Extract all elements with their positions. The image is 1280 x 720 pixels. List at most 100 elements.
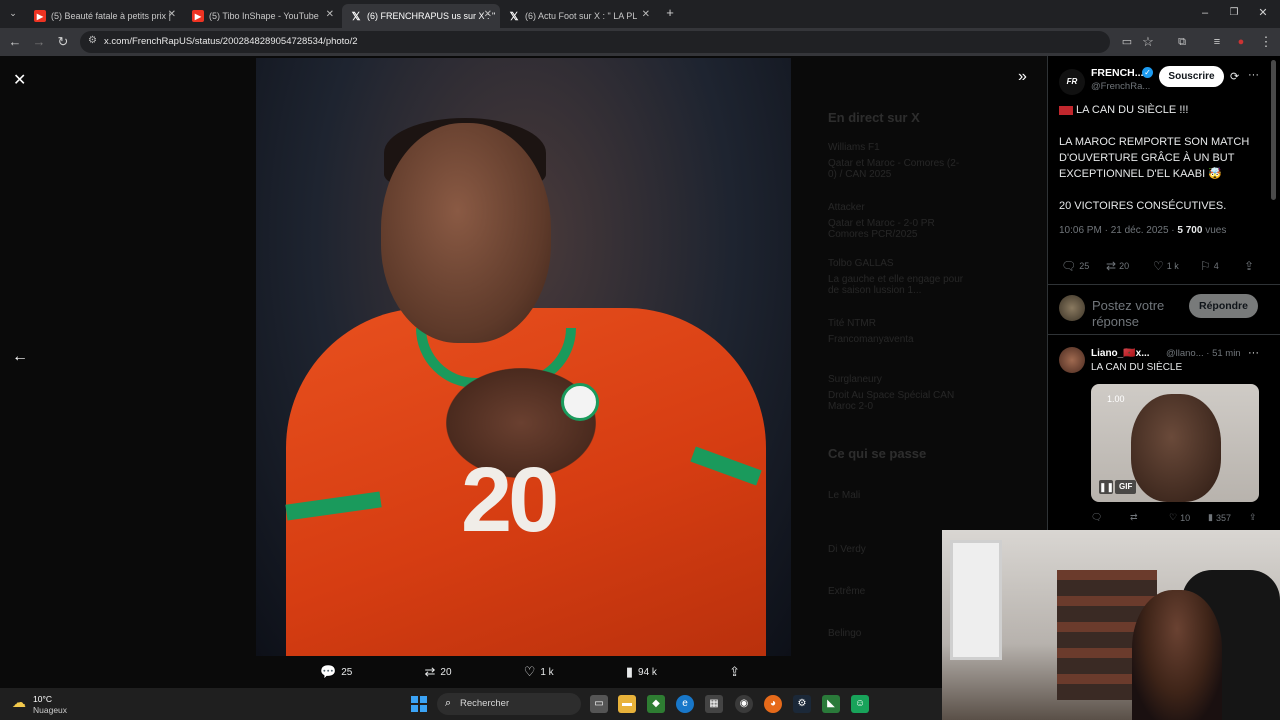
repost-count: 20 [1119, 261, 1130, 271]
extensions-icon[interactable]: ⧉ [1173, 33, 1191, 51]
reply-repost-stat[interactable]: ⇄ [1130, 512, 1138, 523]
my-avatar[interactable] [1059, 295, 1085, 321]
menu-icon[interactable]: ⋮ [1257, 33, 1275, 51]
tab-2[interactable]: ▶ (5) Tibo InShape - YouTube ✕ [184, 4, 342, 28]
trending-header: Ce qui se passe [828, 446, 927, 461]
x-icon: 𝕏 [351, 10, 361, 23]
xbox-icon[interactable]: ◆ [647, 695, 665, 713]
close-window-icon[interactable]: ✕ [1254, 4, 1272, 22]
game-launcher-icon[interactable]: ◣ [822, 695, 840, 713]
bookmark-icon: ⚐ [1200, 259, 1211, 273]
task-view-icon[interactable]: ▭ [590, 695, 608, 713]
discord-icon[interactable]: ☺ [851, 695, 869, 713]
previous-photo-icon[interactable]: ← [12, 348, 28, 366]
reply-like-stat[interactable]: ♡ 10 [1169, 512, 1190, 523]
tweet-line-1: LA CAN DU SIÈCLE !!! [1059, 102, 1269, 118]
profile-icon[interactable]: ● [1232, 33, 1250, 51]
reading-list-icon[interactable]: ≡ [1208, 33, 1226, 51]
taskbar: ☁ 10°C Nuageux ⌕ Rechercher ▭ ▬ ◆ e ▦ ◉ … [0, 688, 942, 720]
close-viewer-icon[interactable]: ✕ [13, 70, 26, 90]
reply-views-stat[interactable]: ▮ 357 [1208, 512, 1231, 523]
minimize-icon[interactable]: – [1196, 4, 1214, 22]
tweet-like-stat[interactable]: ♡ 1 k [1153, 259, 1179, 273]
reply-meta: @llano... · 51 min [1166, 348, 1241, 359]
reload-icon[interactable]: ↻ [54, 33, 72, 51]
more-options-icon[interactable]: ··· [1248, 69, 1259, 81]
back-icon[interactable]: ← [6, 33, 24, 51]
analytics-icon: ▮ [625, 664, 634, 679]
comment-icon: 💬 [320, 664, 337, 679]
subscribe-button[interactable]: Souscrire [1159, 66, 1224, 87]
tweet-share-stat[interactable]: ⇪ [1244, 259, 1254, 273]
weather-cloud-icon[interactable]: ☁ [12, 694, 26, 711]
reply-button[interactable]: Répondre [1189, 294, 1258, 318]
reply-share-stat[interactable]: ⇪ [1249, 512, 1257, 523]
taskbar-search[interactable]: ⌕ Rechercher [437, 693, 581, 715]
tweet-repost-stat[interactable]: ⇄ 20 [1106, 259, 1129, 273]
file-explorer-icon[interactable]: ▬ [618, 695, 636, 713]
tab-1[interactable]: ▶ (5) Beauté fatale à petits prix | ✕ [26, 4, 184, 28]
cast-icon[interactable]: ▭ [1118, 33, 1136, 51]
views-action[interactable]: ▮ 94 k [626, 664, 657, 680]
reply-comment-stat[interactable]: 🗨 [1091, 512, 1102, 523]
share-action[interactable]: ⇪ [729, 664, 740, 680]
youtube-icon: ▶ [34, 10, 46, 22]
reply-author-avatar[interactable] [1059, 347, 1085, 373]
view-count: 357 [1215, 512, 1231, 523]
site-info-icon[interactable]: ⚙ [88, 35, 97, 46]
tweet-time[interactable]: 10:06 PM · 21 déc. 2025 · [1059, 225, 1177, 236]
like-action[interactable]: ♡ 1 k [524, 664, 554, 680]
weather-temp[interactable]: 10°C [33, 694, 52, 704]
author-name[interactable]: FRENCH... [1091, 67, 1144, 79]
panel-scrollbar[interactable] [1271, 60, 1276, 200]
close-tab-icon[interactable]: ✕ [326, 9, 334, 20]
edge-icon[interactable]: e [676, 695, 694, 713]
weather-desc[interactable]: Nuageux [33, 705, 67, 715]
more-options-icon[interactable]: ··· [1248, 347, 1259, 359]
tab-title: (5) Tibo InShape - YouTube [209, 11, 319, 21]
author-handle[interactable]: @FrenchRa... [1091, 81, 1150, 92]
steam-icon[interactable]: ⚙ [793, 695, 811, 713]
maximize-icon[interactable]: ❐ [1225, 4, 1243, 22]
grok-icon[interactable]: ⟳ [1230, 70, 1239, 83]
tab-3-active[interactable]: 𝕏 (6) FRENCHRAPUS us sur X : " ✕ [342, 4, 500, 28]
firefox-icon[interactable]: ◕ [764, 695, 782, 713]
repost-count: 20 [440, 666, 452, 678]
close-tab-icon[interactable]: ✕ [168, 9, 176, 20]
bookmark-star-icon[interactable]: ☆ [1139, 33, 1157, 51]
tab-title: (6) Actu Foot sur X : " LA PL [525, 11, 638, 21]
jersey-number: 20 [461, 449, 559, 551]
tweet-photo[interactable]: 20 [256, 58, 791, 656]
verified-badge-icon: ✓ [1142, 67, 1153, 78]
gif-badge: GIF [1115, 480, 1137, 494]
tab-4[interactable]: 𝕏 (6) Actu Foot sur X : " LA PL ✕ [500, 4, 658, 28]
tweet-meta: 10:06 PM · 21 déc. 2025 · 5 700 vues [1059, 225, 1226, 236]
tab-title: (6) FRENCHRAPUS us sur X : " [367, 11, 496, 21]
pause-icon[interactable]: ❚❚ [1099, 480, 1114, 494]
omnibox[interactable]: ⚙ x.com/FrenchRapUS/status/2002848289054… [80, 31, 1110, 53]
tweet-views-label: vues [1202, 225, 1227, 236]
store-icon[interactable]: ▦ [705, 695, 723, 713]
close-tab-icon[interactable]: ✕ [642, 9, 650, 20]
author-avatar[interactable]: FR [1059, 69, 1085, 95]
x-icon: 𝕏 [509, 10, 519, 23]
trending-item: Extrême [828, 586, 866, 597]
reply-author-name[interactable]: Liano_🇲🇦x... [1091, 348, 1150, 359]
live-user: Tolbo GALLAS [828, 258, 894, 269]
url-text[interactable]: x.com/FrenchRapUS/status/200284828905472… [104, 36, 358, 47]
repost-action[interactable]: ⇄ 20 [424, 664, 451, 680]
windows-start-icon[interactable] [411, 696, 427, 712]
reply-action[interactable]: 💬 25 [320, 664, 352, 680]
tweet-reply-stat[interactable]: 🗨 25 [1061, 259, 1089, 273]
close-tab-icon[interactable]: ✕ [484, 9, 492, 20]
tab-search-icon[interactable]: ⌄ [4, 4, 22, 22]
collapse-panel-icon[interactable]: » [1018, 68, 1027, 86]
chrome-icon[interactable]: ◉ [735, 695, 753, 713]
tweet-bookmark-stat[interactable]: ⚐ 4 [1200, 259, 1219, 273]
reply-gif[interactable]: 1.00 ❚❚ GIF [1091, 384, 1259, 502]
forward-icon[interactable]: → [30, 33, 48, 51]
like-count: 1 k [1166, 261, 1179, 271]
new-tab-icon[interactable]: + [661, 4, 679, 22]
reply-input[interactable]: Postez votre réponse [1092, 298, 1182, 328]
heart-icon: ♡ [523, 664, 536, 679]
